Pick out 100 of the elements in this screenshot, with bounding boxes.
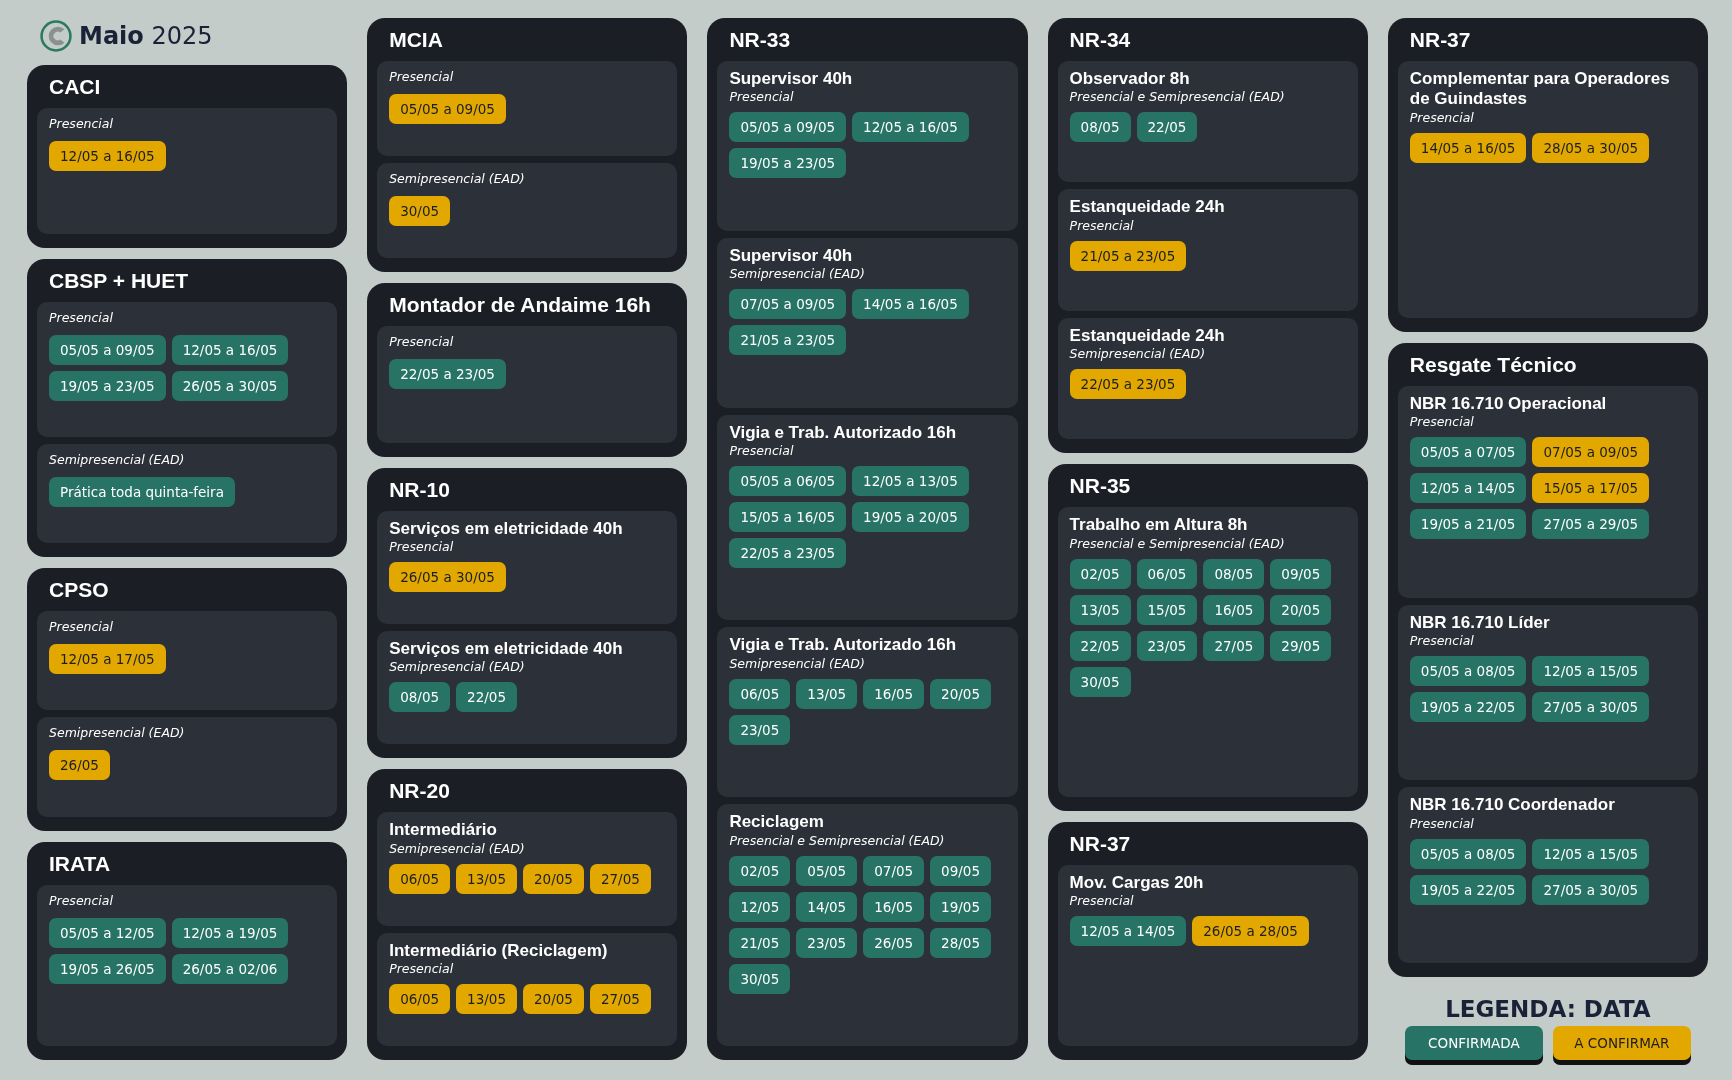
session-title: Vigia e Trab. Autorizado 16h <box>729 422 958 443</box>
session-mode: Presencial e Semipresencial (EAD) <box>729 832 946 848</box>
date-chip: 27/05 <box>1203 630 1265 661</box>
date-chip: 05/05 a 08/05 <box>1409 838 1527 869</box>
course-title: NR-34 <box>1068 27 1132 53</box>
date-chip: 22/05 a 23/05 <box>729 538 847 568</box>
session-mode: Semipresencial (EAD) <box>729 655 866 671</box>
session-title: Estanqueidade 24h <box>1069 197 1226 218</box>
date-chip: 22/05 <box>1136 112 1198 143</box>
date-chip: 19/05 a 23/05 <box>729 148 847 179</box>
date-chip: 13/05 <box>1069 594 1131 625</box>
session-title: Estanqueidade 24h <box>1069 325 1226 347</box>
date-chip: 20/05 <box>1270 594 1332 625</box>
date-chip: 05/05 a 07/05 <box>1409 437 1527 468</box>
session-mode: Semipresencial (EAD) <box>49 725 186 741</box>
date-chip: 23/05 <box>796 927 858 958</box>
date-chip: 26/05 a 30/05 <box>389 562 506 593</box>
course-title: CPSO <box>48 577 110 603</box>
course-title: NR-33 <box>728 27 792 53</box>
date-chip: 12/05 a 14/05 <box>1409 473 1527 504</box>
date-chip: 13/05 <box>456 863 517 894</box>
date-chip: 07/05 <box>863 855 925 886</box>
course-title: CACI <box>48 74 102 100</box>
session-title: Intermediário (Reciclagem) <box>389 940 609 962</box>
date-chip: 05/05 a 09/05 <box>389 94 506 124</box>
session-mode: Semipresencial (EAD) <box>729 266 866 282</box>
date-chip: 08/05 <box>1203 558 1265 589</box>
date-chip: 30/05 <box>729 963 791 994</box>
date-chip: 06/05 <box>389 984 451 1015</box>
date-chip: 28/05 a 30/05 <box>1532 132 1650 163</box>
date-chip: 16/05 <box>1203 594 1265 625</box>
date-chip: 27/05 a 30/05 <box>1532 691 1650 722</box>
date-chip: Prática toda quinta-feira <box>49 476 235 507</box>
date-chip: 12/05 a 16/05 <box>171 334 289 365</box>
date-chip: 27/05 <box>589 984 651 1015</box>
legend-title: LEGENDA: DATA <box>1445 996 1651 1022</box>
date-chip: 21/05 a 23/05 <box>1069 240 1187 271</box>
date-chip: 20/05 <box>930 678 991 709</box>
date-chip: 30/05 <box>389 195 451 226</box>
date-chip: 26/05 <box>863 927 925 958</box>
date-chip: 16/05 <box>863 678 925 709</box>
date-chip: 08/05 <box>389 682 451 713</box>
course-title: Resgate Técnico <box>1408 351 1578 378</box>
course-title: NR-35 <box>1068 473 1132 500</box>
date-chip: 12/05 a 17/05 <box>49 644 166 674</box>
date-chip: 30/05 <box>1069 666 1131 697</box>
date-chip: 05/05 a 08/05 <box>1409 655 1527 686</box>
date-chip: 19/05 a 21/05 <box>1409 509 1527 540</box>
session-mode: Semipresencial (EAD) <box>389 840 526 856</box>
course-title: NR-37 <box>1408 27 1472 53</box>
date-chip: 14/05 a 16/05 <box>852 289 969 320</box>
session-title: Serviços em eletricidade 40h <box>389 518 624 540</box>
date-chip: 07/05 a 09/05 <box>729 289 847 320</box>
date-chip: 27/05 a 29/05 <box>1532 509 1650 540</box>
session-title: Observador 8h <box>1069 69 1191 90</box>
date-chip: 14/05 <box>796 891 858 922</box>
date-chip: 05/05 a 09/05 <box>49 334 166 365</box>
date-chip: 20/05 <box>523 984 584 1015</box>
session-mode: Presencial <box>389 539 455 555</box>
date-chip: 09/05 <box>1270 558 1332 589</box>
session-mode: Presencial <box>49 892 114 908</box>
session-mode: Presencial <box>729 89 795 105</box>
session-title: Intermediário <box>389 820 498 841</box>
session-mode: Presencial <box>1409 815 1475 831</box>
date-chip: 19/05 a 20/05 <box>852 502 969 532</box>
session-mode: Presencial <box>1069 217 1135 233</box>
course-title: Montador de Andaime 16h <box>388 291 652 318</box>
session-title: NBR 16.710 Líder <box>1409 612 1551 633</box>
session-mode: Presencial <box>1409 109 1475 125</box>
session-mode: Presencial e Semipresencial (EAD) <box>1069 535 1286 551</box>
date-chip: 12/05 a 14/05 <box>1069 916 1187 946</box>
date-chip: 22/05 a 23/05 <box>1069 369 1187 400</box>
month-title: Maio 2025 <box>79 22 213 50</box>
logo-icon <box>39 19 73 53</box>
date-chip: 02/05 <box>729 855 791 886</box>
date-chip: 22/05 a 23/05 <box>389 358 506 389</box>
date-chip: 19/05 <box>930 891 991 922</box>
course-title: NR-20 <box>388 778 451 805</box>
date-chip: 19/05 a 23/05 <box>49 370 166 401</box>
session-title: Trabalho em Altura 8h <box>1069 515 1249 536</box>
date-chip: 13/05 <box>456 984 517 1015</box>
date-chip: 12/05 a 16/05 <box>49 141 166 171</box>
date-chip: 19/05 a 22/05 <box>1409 691 1527 722</box>
date-chip: 22/05 <box>456 682 517 713</box>
date-chip: 12/05 a 13/05 <box>852 466 969 496</box>
date-chip: 13/05 <box>796 678 858 709</box>
date-chip: 02/05 <box>1069 558 1131 589</box>
date-chip: 19/05 a 22/05 <box>1409 874 1527 905</box>
session-mode: Presencial <box>1409 414 1475 430</box>
date-chip: 14/05 a 16/05 <box>1409 132 1527 163</box>
date-chip: 23/05 <box>1136 630 1198 661</box>
date-chip: 23/05 <box>729 714 791 745</box>
session-mode: Presencial <box>49 619 114 634</box>
date-chip: 06/05 <box>389 863 451 894</box>
date-chip: 05/05 a 09/05 <box>729 112 847 143</box>
session-mode: Presencial <box>1409 632 1475 648</box>
date-chip: 06/05 <box>1136 558 1198 589</box>
session-title: Reciclagem <box>729 812 825 833</box>
date-chip: 26/05 a 30/05 <box>171 370 289 401</box>
session-mode: Presencial <box>389 961 455 977</box>
